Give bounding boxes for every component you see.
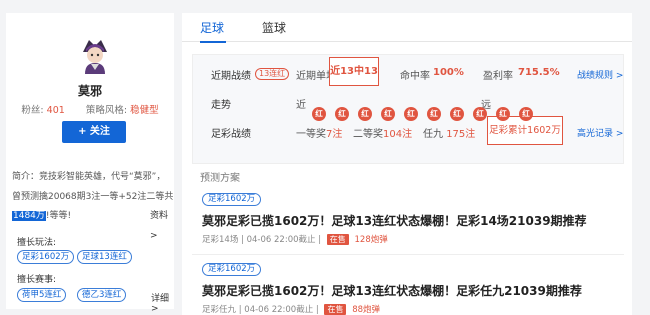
ren9-value: 175注 — [446, 129, 476, 140]
avatar[interactable] — [79, 38, 111, 74]
good-league-tag[interactable]: 德乙3连红 — [77, 288, 127, 302]
hit-rate-value: 100% — [433, 67, 464, 78]
active-tab-indicator — [200, 41, 226, 43]
first-prize-label: 一等奖 — [296, 129, 326, 140]
trend-ball: 红 — [519, 107, 533, 121]
streak-badge: 13连红 — [255, 68, 290, 80]
plan-deadline: 04-06 22:00截止 — [244, 305, 314, 315]
trend-ball: 红 — [358, 107, 372, 121]
recent-record-label: 近期战绩 — [211, 71, 251, 82]
tab-basketball[interactable]: 篮球 — [262, 19, 286, 36]
expert-name: 莫邪 — [77, 84, 102, 98]
bio-text: 简介：竞技彩智能英雄，代号“莫邪”，曾预测擒20068期3注一等+52注二等共 — [12, 172, 174, 202]
trend-ball: 红 — [335, 107, 349, 121]
style-label: 策略风格: — [85, 105, 128, 116]
hit-rate-label: 命中率 — [400, 71, 430, 82]
ren9: 任九 175注 — [423, 125, 475, 140]
style-value: 稳健型 — [130, 105, 159, 116]
sport-tabs: 足球 篮球 — [182, 13, 632, 43]
bio: 简介：竞技彩智能英雄，代号“莫邪”，曾预测擒20068期3注一等+52注二等共 1… — [12, 168, 174, 241]
trend-label: 走势 — [211, 100, 231, 111]
lottery-record-label: 足彩战绩 — [211, 129, 251, 140]
expert-stats: 粉丝: 401 策略风格: 稳健型 — [6, 102, 174, 116]
profit-rate-value: 715.5% — [518, 67, 560, 78]
trend-ball: 红 — [496, 107, 510, 121]
plan-price: 128炮弹 — [354, 235, 388, 245]
bio-highlight: 1484万 — [12, 211, 46, 221]
plan-game: 足彩14场 — [202, 235, 239, 245]
expert-profile-card: 莫邪 粉丝: 401 策略风格: 稳健型 + 关注 简介：竞技彩智能英雄，代号“… — [6, 13, 174, 314]
second-prize-value: 104注 — [383, 129, 413, 140]
profit-rate-label: 盈利率 — [483, 71, 513, 82]
first-prize: 一等奖7注 — [296, 125, 342, 140]
trend-ball: 红 — [450, 107, 464, 121]
sale-badge: 在售 — [326, 234, 349, 245]
detail-link[interactable]: 详细> — [151, 291, 174, 314]
sale-badge: 在售 — [324, 304, 347, 315]
tab-football[interactable]: 足球 — [200, 19, 224, 36]
fans-count: 401 — [46, 105, 65, 116]
plans-section-title: 预测方案 — [200, 173, 240, 184]
trend-ball: 红 — [404, 107, 418, 121]
plan-divider — [192, 254, 624, 255]
plan-title[interactable]: 莫邪足彩已揽1602万！足球13连红状态爆棚！足彩14场21039期推荐 — [202, 212, 587, 229]
plan-meta: 足彩14场 | 04-06 22:00截止 | 在售 128炮弹 — [202, 234, 388, 245]
second-prize: 二等奖104注 — [353, 125, 412, 140]
plan-deadline: 04-06 22:00截止 — [246, 235, 316, 245]
plan-game: 足彩任九 — [202, 305, 237, 315]
plan-tag: 足彩1602万 — [202, 263, 262, 276]
good-play-label: 擅长玩法: — [17, 238, 57, 248]
plan-title[interactable]: 莫邪足彩已揽1602万！足球13连红状态爆棚！足彩任九21039期推荐 — [202, 282, 582, 299]
trend-near-label: 近 — [296, 100, 306, 111]
trend-ball: 红 — [473, 107, 487, 121]
bio-text-end: !等等! — [45, 211, 72, 221]
ren9-label: 任九 — [423, 129, 443, 140]
main-panel: 足球 篮球 近期战绩 13连红 近期单场 近13中13 命中率 100% 盈利率… — [182, 13, 632, 315]
profile-more-link[interactable]: 资料> — [150, 207, 174, 246]
good-league-label: 擅长赛事: — [17, 275, 57, 285]
plan-price: 88炮弹 — [352, 305, 381, 315]
record-rules-link[interactable]: 战绩规则 > — [577, 68, 623, 81]
good-play-tag[interactable]: 足彩1602万 — [17, 250, 75, 264]
trend-ball: 红 — [381, 107, 395, 121]
recent-single-value: 近13中13 — [329, 57, 379, 86]
second-prize-label: 二等奖 — [353, 129, 383, 140]
first-prize-value: 7注 — [326, 129, 343, 140]
good-league-tag[interactable]: 荷甲5连红 — [17, 288, 67, 302]
follow-button[interactable]: + 关注 — [62, 121, 126, 143]
fans-label: 粉丝: — [21, 105, 44, 116]
highlight-record-link[interactable]: 高光记录 > — [577, 126, 623, 139]
trend-ball: 红 — [312, 107, 326, 121]
plan-meta: 足彩任九 | 04-06 22:00截止 | 在售 88炮弹 — [202, 304, 381, 315]
plan-tag: 足彩1602万 — [202, 193, 262, 206]
trend-ball: 红 — [427, 107, 441, 121]
good-play-tag[interactable]: 足球13连红 — [77, 250, 132, 264]
